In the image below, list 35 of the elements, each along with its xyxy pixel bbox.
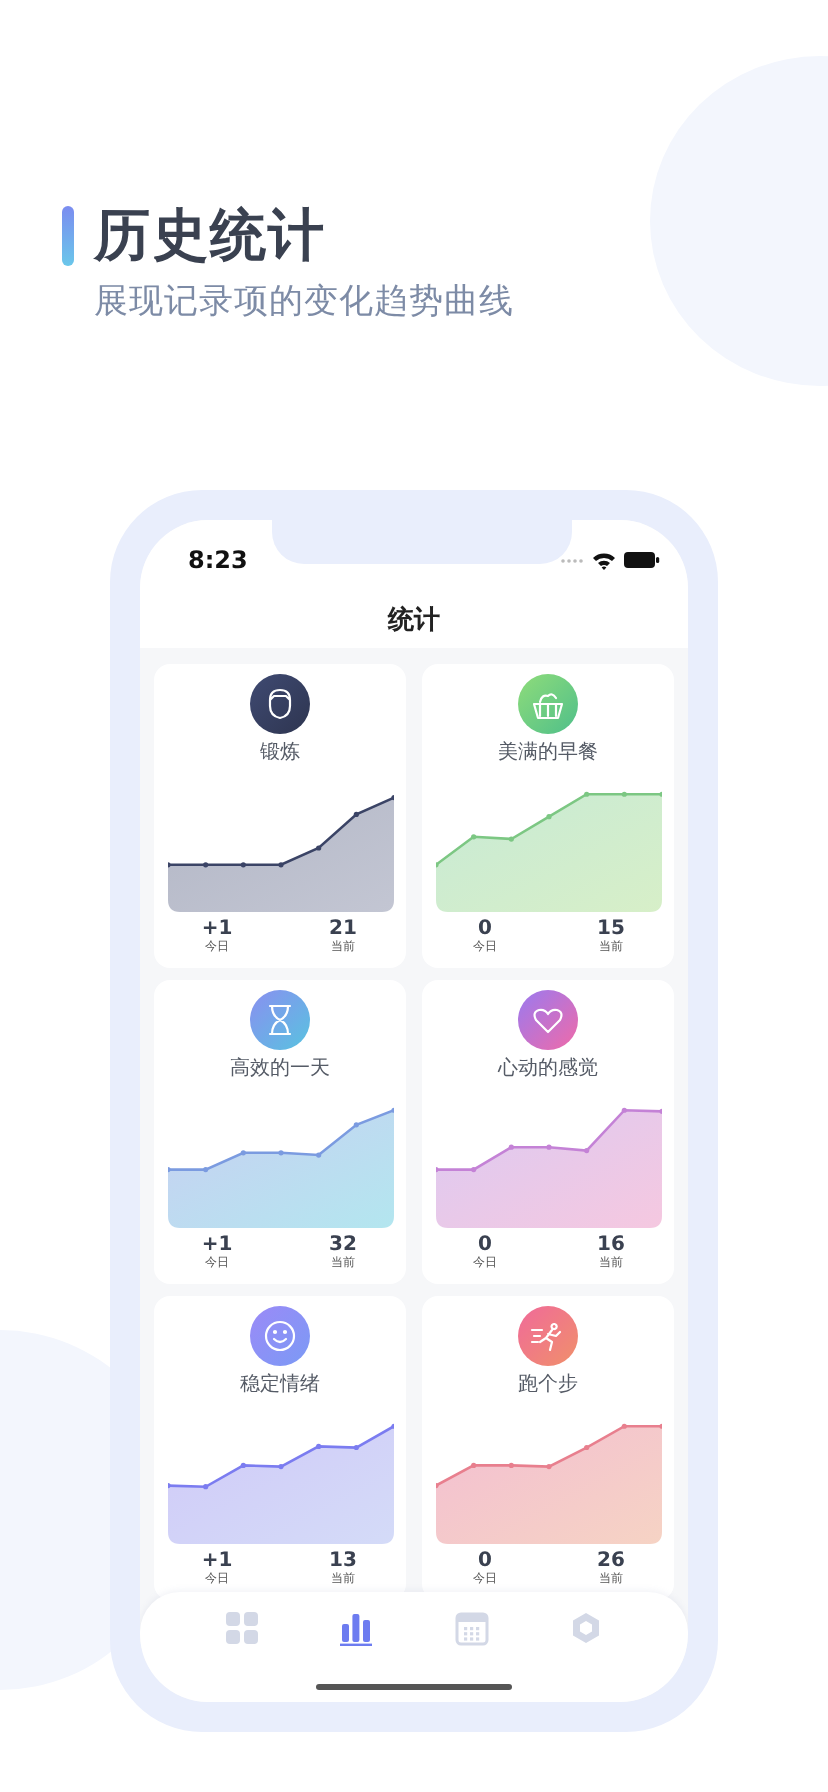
accent-bar bbox=[62, 206, 74, 266]
today-count: 0 bbox=[478, 918, 492, 940]
signal-dots-icon bbox=[560, 557, 584, 563]
grid-icon bbox=[223, 1610, 260, 1646]
card-title: 锻炼 bbox=[260, 742, 300, 766]
status-time: 8:23 bbox=[188, 546, 248, 574]
current-count: 16 bbox=[597, 1234, 625, 1256]
current-count: 13 bbox=[329, 1550, 357, 1572]
hexagon-icon bbox=[568, 1610, 605, 1646]
today-count: 0 bbox=[478, 1550, 492, 1572]
card-title: 稳定情绪 bbox=[240, 1374, 320, 1398]
page-subtitle: 展现记录项的变化趋势曲线 bbox=[94, 280, 516, 324]
calendar-icon bbox=[453, 1610, 490, 1646]
current-count: 15 bbox=[597, 918, 625, 940]
today-count: +1 bbox=[201, 918, 233, 940]
current-count: 26 bbox=[597, 1550, 625, 1572]
face-icon bbox=[250, 674, 310, 734]
card-title: 美满的早餐 bbox=[498, 742, 598, 766]
current-count: 32 bbox=[329, 1234, 357, 1256]
wifi-icon bbox=[592, 551, 616, 569]
card-title: 高效的一天 bbox=[230, 1058, 330, 1082]
current-count: 21 bbox=[329, 918, 357, 940]
hourglass-icon bbox=[250, 990, 310, 1050]
bar-chart-icon bbox=[338, 1610, 375, 1646]
basket-icon bbox=[518, 674, 578, 734]
today-count: +1 bbox=[201, 1550, 233, 1572]
runner-icon bbox=[518, 1306, 578, 1366]
card-title: 心动的感觉 bbox=[498, 1058, 598, 1082]
today-count: 0 bbox=[478, 1234, 492, 1256]
card-title: 跑个步 bbox=[518, 1374, 578, 1398]
battery-icon bbox=[624, 552, 660, 568]
nav-title: 统计 bbox=[388, 603, 440, 638]
page-title: 历史统计 bbox=[94, 200, 326, 272]
today-count: +1 bbox=[201, 1234, 233, 1256]
smile-icon bbox=[250, 1306, 310, 1366]
